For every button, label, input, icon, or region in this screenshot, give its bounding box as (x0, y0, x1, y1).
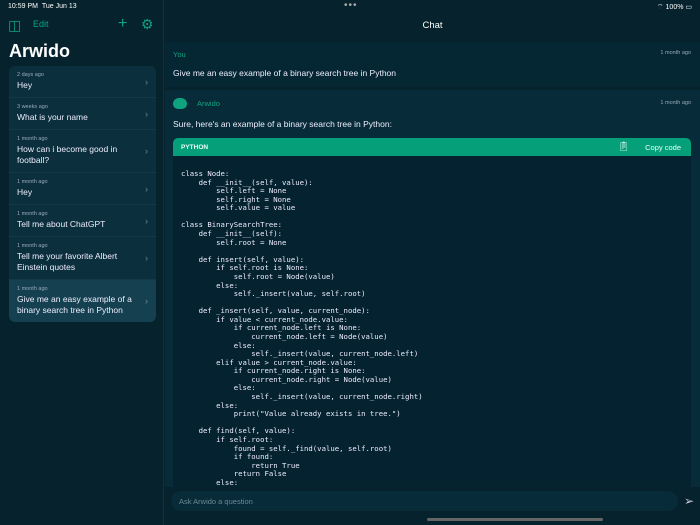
item-time: 2 days ago (17, 72, 44, 78)
item-title: What is your name (17, 112, 88, 122)
item-time: 1 month ago (17, 136, 48, 142)
chevron-right-icon: › (145, 183, 148, 194)
chevron-right-icon: › (145, 146, 148, 156)
chevron-right-icon: › (145, 76, 148, 87)
item-title: Tell me about ChatGPT (17, 219, 106, 229)
question-input[interactable]: Ask Arwido a question (171, 491, 678, 511)
copy-code-button[interactable]: Copy code (645, 143, 681, 152)
status-clock: 10:59 PM (8, 3, 38, 10)
chat-list-item[interactable]: 1 month ago How can i become good in foot… (9, 130, 156, 173)
item-title: How can i become good in football? (17, 144, 118, 165)
new-chat-plus-icon[interactable]: + (118, 15, 127, 33)
chat-list-item[interactable]: 1 month ago Hey › (9, 173, 156, 205)
chevron-right-icon: › (145, 108, 148, 119)
chat-list-item[interactable]: 2 days ago Hey › (9, 66, 156, 98)
code-language: PYTHON (181, 144, 209, 151)
status-date: Tue Jun 13 (41, 3, 77, 10)
message-text: Give me an easy example of a binary sear… (173, 68, 397, 78)
user-message: 1 month ago You Give me an easy example … (165, 42, 700, 87)
sidebar: ◫ Edit + ⚙ Arwido 2 days ago Hey › 3 weeks … (0, 0, 164, 525)
chevron-right-icon: › (145, 215, 148, 226)
clipboard-icon[interactable]: 📋︎ (618, 141, 629, 152)
chevron-right-icon: › (145, 253, 148, 263)
app-title: Arwido (9, 41, 70, 61)
item-time: 1 month ago (17, 179, 48, 185)
multitask-dots[interactable]: ••• (344, 0, 358, 11)
item-title: Hey (17, 187, 33, 197)
chat-list-item[interactable]: 1 month ago Tell me your favorite Albert … (9, 237, 156, 280)
message-author: Arwido (197, 99, 220, 108)
item-title: Give me an easy example of a binary sear… (17, 294, 132, 315)
item-title: Hey (17, 80, 33, 90)
send-icon[interactable]: ➢ (684, 494, 694, 508)
code-content: class Node: def __init__(self, value): s… (181, 169, 423, 487)
status-bar: 10:59 PM Tue Jun 13 ••• ⌔ 100% ▭ (0, 0, 700, 14)
item-time: 3 weeks ago (17, 104, 48, 110)
battery-indicator: ⌔ 100% ▭ (657, 4, 692, 11)
chevron-right-icon: › (145, 296, 148, 306)
message-time: 1 month ago (660, 50, 691, 56)
message-time: 1 month ago (660, 100, 691, 106)
home-indicator (427, 518, 603, 521)
message-author: You (173, 50, 186, 59)
bot-message: 1 month ago Arwido Sure, here's an examp… (165, 90, 700, 487)
item-time: 1 month ago (17, 243, 48, 249)
code-block: PYTHON 📋︎ Copy code class Node: def __init… (173, 138, 691, 487)
chat-list-item[interactable]: 1 month ago Tell me about ChatGPT › (9, 205, 156, 237)
message-text: Sure, here's an example of a binary sear… (173, 119, 392, 129)
item-time: 1 month ago (17, 211, 48, 217)
item-time: 1 month ago (17, 286, 48, 292)
bot-avatar-icon (173, 98, 187, 109)
item-title: Tell me your favorite Albert Einstein qu… (17, 251, 118, 272)
edit-button[interactable]: Edit (33, 19, 49, 29)
chat-list-item[interactable]: 3 weeks ago What is your name › (9, 98, 156, 130)
chat-list: 2 days ago Hey › 3 weeks ago What is your na… (9, 66, 156, 322)
chat-list-item[interactable]: 1 month ago Give me an easy example of a … (9, 280, 156, 322)
settings-gear-icon[interactable]: ⚙ (141, 16, 154, 33)
status-time: 10:59 PM Tue Jun 13 (8, 3, 77, 10)
chat-panel: Chat 1 month ago You Give me an easy exa… (165, 0, 700, 525)
chat-title: Chat (422, 20, 443, 31)
sidebar-toggle-icon[interactable]: ◫ (8, 17, 21, 34)
